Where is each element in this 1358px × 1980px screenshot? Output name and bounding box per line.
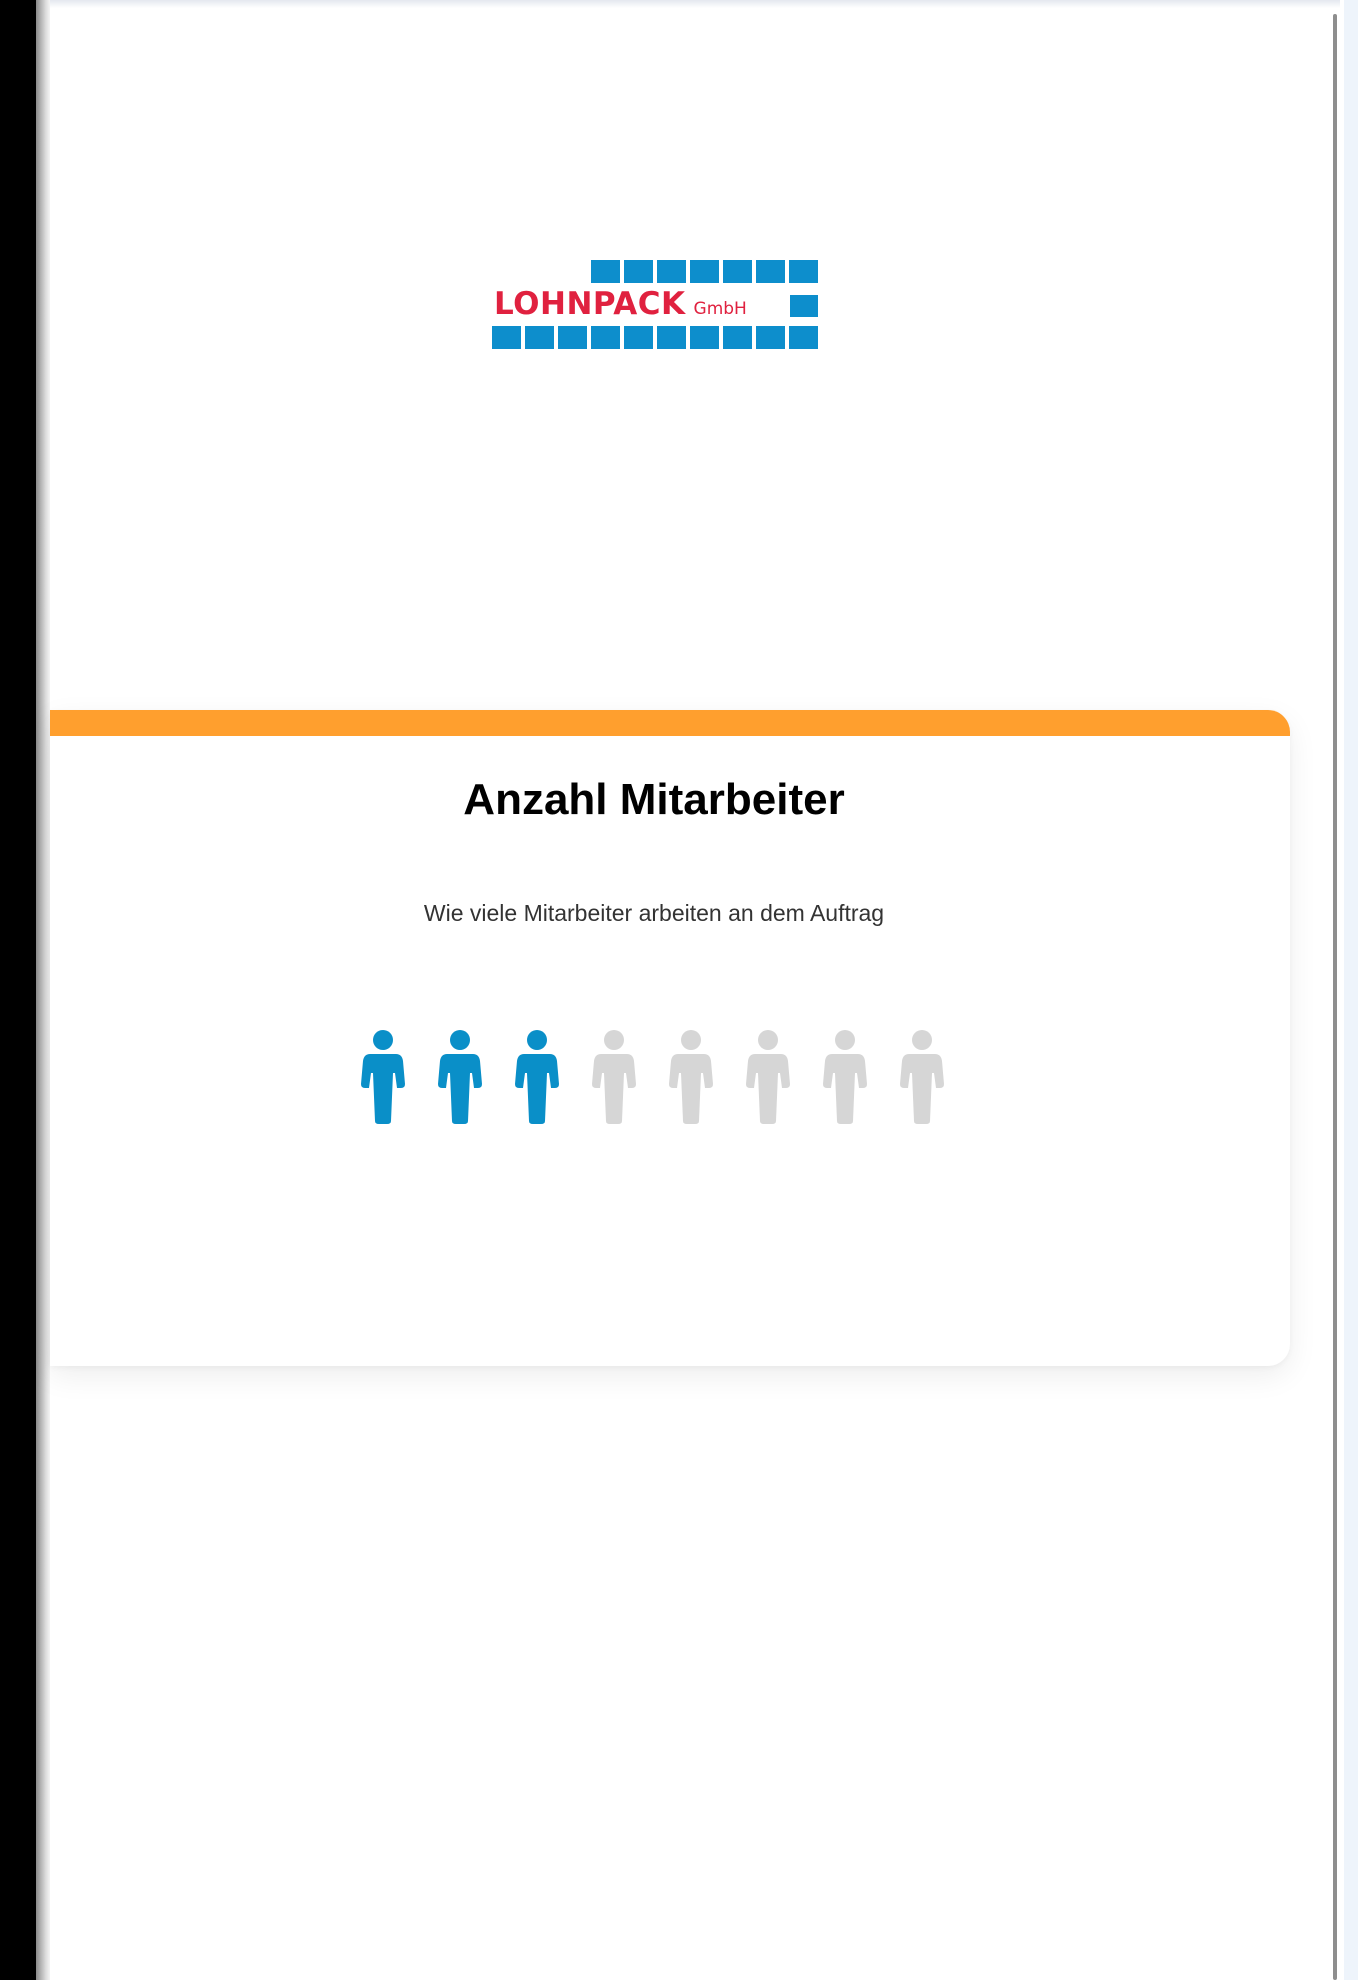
card-accent-bar [50, 710, 1290, 736]
person-icon[interactable] [514, 1030, 560, 1124]
window-edge-left [0, 0, 36, 1980]
person-icon[interactable] [591, 1030, 637, 1124]
person-icon[interactable] [668, 1030, 714, 1124]
question-title: Anzahl Mitarbeiter [463, 775, 845, 824]
person-icon[interactable] [360, 1030, 406, 1124]
question-description: Wie viele Mitarbeiter arbeiten an dem Au… [423, 900, 885, 926]
scrollbar-thumb[interactable] [1333, 14, 1337, 1980]
person-icon[interactable] [822, 1030, 868, 1124]
employee-count-rating[interactable] [360, 1030, 950, 1126]
logo-wordmark: LOHNPACK GmbH [494, 286, 747, 324]
logo-squares-bottom [492, 326, 818, 349]
logo-suffix: GmbH [693, 299, 747, 319]
browser-viewport: LOHNPACK GmbH Anzahl Mitarbeiter Wie vie… [0, 0, 1358, 1980]
logo-squares-top [591, 260, 818, 283]
window-edge-right [1344, 0, 1358, 1980]
top-divider [50, 0, 1340, 8]
company-logo: LOHNPACK GmbH [492, 260, 818, 352]
person-icon[interactable] [899, 1030, 945, 1124]
logo-brand: LOHNPACK [494, 286, 686, 322]
person-icon[interactable] [437, 1030, 483, 1124]
person-icon[interactable] [745, 1030, 791, 1124]
window-frame-left [36, 0, 50, 1980]
